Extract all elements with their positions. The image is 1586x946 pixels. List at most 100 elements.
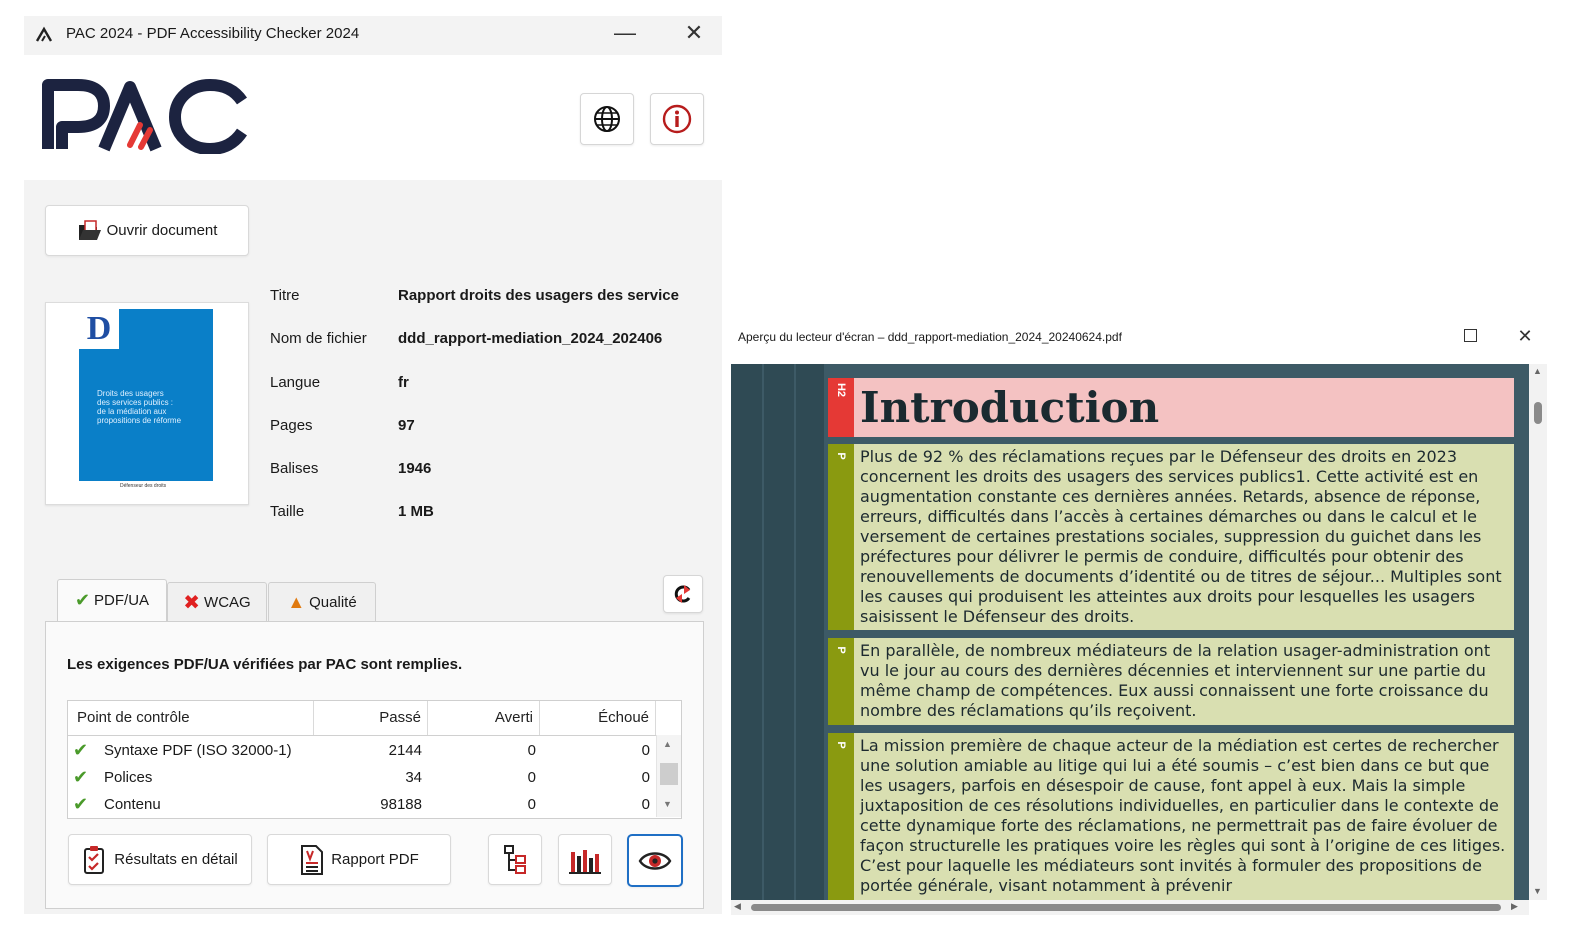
- tab-wcag[interactable]: ✖ WCAG: [167, 582, 267, 621]
- h2-tag-label: H2: [828, 378, 854, 437]
- pac-main-window: PAC 2024 - PDF Accessibility Checker 202…: [24, 16, 722, 914]
- app-logo-icon: [35, 26, 53, 42]
- table-scrollbar[interactable]: ▲ ▼: [656, 735, 681, 817]
- scroll-right-icon[interactable]: ▶: [1511, 901, 1518, 912]
- row-name: Syntaxe PDF (ISO 32000-1): [104, 742, 292, 759]
- meta-value-size: 1 MB: [398, 503, 434, 520]
- results-table: Point de contrôle Passé Averti Échoué ✔ …: [67, 700, 682, 819]
- row-passed: 34: [405, 769, 422, 786]
- heading-text: Introduction: [860, 383, 1160, 432]
- open-document-button[interactable]: Ouvrir document: [45, 205, 249, 256]
- row-failed: 0: [641, 796, 650, 813]
- meta-value-title: Rapport droits des usagers des service: [398, 287, 679, 304]
- scroll-left-icon[interactable]: ◀: [734, 901, 741, 912]
- scroll-thumb[interactable]: [660, 763, 678, 785]
- cover-footer: Défenseur des droits: [120, 483, 167, 489]
- warning-icon: ▲: [287, 591, 306, 612]
- x-icon: ✖: [183, 591, 201, 614]
- minimize-button[interactable]: —: [610, 22, 640, 44]
- p-tag-label: P: [828, 638, 854, 725]
- meta-label-pages: Pages: [270, 417, 313, 434]
- preview-close-button[interactable]: ✕: [1510, 325, 1540, 347]
- clipboard-check-icon: [84, 845, 105, 874]
- tree-structure-icon: [504, 844, 526, 874]
- check-icon: ✔: [73, 767, 89, 787]
- table-row[interactable]: ✔ Contenu 98188 0 0: [68, 791, 656, 818]
- row-warned: 0: [527, 796, 536, 813]
- paragraph-block[interactable]: P La mission première de chaque acteur d…: [826, 731, 1516, 900]
- cover-letter: D: [79, 309, 119, 349]
- scroll-thumb[interactable]: [1534, 402, 1542, 424]
- paragraph-block[interactable]: P En parallèle, de nombreux médiateurs d…: [826, 636, 1516, 727]
- column-header-warned[interactable]: Averti: [428, 701, 540, 735]
- window-title: PAC 2024 - PDF Accessibility Checker 202…: [66, 25, 360, 42]
- nesting-stripe: [731, 364, 762, 900]
- scroll-down-icon[interactable]: ▼: [1533, 886, 1542, 896]
- page-view-button[interactable]: [558, 834, 612, 885]
- p-tag-label: P: [828, 733, 854, 900]
- column-header-checkpoint[interactable]: Point de contrôle: [68, 701, 314, 735]
- preview-window-title: Aperçu du lecteur d'écran – ddd_rapport-…: [738, 330, 1122, 344]
- row-failed: 0: [641, 742, 650, 759]
- language-button[interactable]: [580, 93, 634, 145]
- pdf-report-icon: [301, 844, 324, 875]
- scroll-down-icon[interactable]: ▼: [663, 799, 672, 809]
- preview-title-bar: Aperçu du lecteur d'écran – ddd_rapport-…: [731, 322, 1547, 362]
- info-button[interactable]: [650, 93, 704, 145]
- meta-label-tags: Balises: [270, 460, 319, 477]
- header: [24, 55, 722, 180]
- scroll-thumb[interactable]: [751, 904, 1501, 911]
- meta-label-filename: Nom de fichier: [270, 330, 367, 347]
- maximize-button[interactable]: [1464, 329, 1477, 342]
- close-button[interactable]: ✕: [679, 22, 709, 44]
- preview-horizontal-scrollbar[interactable]: ◀ ▶: [731, 900, 1529, 915]
- heading-block[interactable]: H2 Introduction: [826, 376, 1516, 439]
- paragraph-text: La mission première de chaque acteur de …: [860, 736, 1506, 895]
- scroll-up-icon[interactable]: ▲: [1533, 366, 1542, 376]
- row-name: Polices: [104, 769, 153, 786]
- globe-icon: [594, 106, 620, 132]
- tab-quality[interactable]: ▲ Qualité: [268, 582, 376, 621]
- meta-label-language: Langue: [270, 374, 321, 391]
- row-name: Contenu: [104, 796, 161, 813]
- meta-label-title: Titre: [270, 287, 300, 304]
- column-header-failed[interactable]: Échoué: [540, 701, 656, 735]
- pdf-report-label: Rapport PDF: [331, 851, 419, 868]
- screen-reader-preview-window: Aperçu du lecteur d'écran – ddd_rapport-…: [731, 322, 1547, 915]
- refresh-button[interactable]: [663, 575, 703, 613]
- title-bar: PAC 2024 - PDF Accessibility Checker 202…: [24, 16, 722, 55]
- meta-value-pages: 97: [398, 417, 415, 434]
- pdf-report-button[interactable]: Rapport PDF: [267, 834, 451, 885]
- check-icon: ✔: [73, 740, 89, 760]
- paragraph-block[interactable]: P Plus de 92 % des réclamations reçues p…: [826, 442, 1516, 632]
- table-row[interactable]: ✔ Polices 34 0 0: [68, 764, 656, 791]
- paragraph-text: Plus de 92 % des réclamations reçues par…: [860, 447, 1502, 626]
- refresh-icon: [674, 585, 691, 603]
- screen-reader-preview-button[interactable]: [627, 834, 683, 887]
- check-icon: ✔: [73, 794, 89, 814]
- check-icon: ✔: [74, 590, 91, 610]
- cover-title: Droits des usagers des services publics …: [97, 389, 182, 425]
- table-header: Point de contrôle Passé Averti Échoué: [68, 701, 681, 736]
- eye-icon: [638, 851, 672, 870]
- p-tag-label: P: [828, 444, 854, 630]
- scroll-up-icon[interactable]: ▲: [663, 739, 672, 749]
- row-failed: 0: [641, 769, 650, 786]
- row-warned: 0: [527, 769, 536, 786]
- tab-quality-label: Qualité: [309, 593, 357, 611]
- preview-vertical-scrollbar[interactable]: ▲ ▼: [1529, 364, 1547, 900]
- nesting-stripe: [796, 364, 824, 900]
- open-document-label: Ouvrir document: [106, 222, 218, 239]
- status-message: Les exigences PDF/UA vérifiées par PAC s…: [67, 656, 463, 673]
- meta-value-filename: ddd_rapport-mediation_2024_202406: [398, 330, 663, 347]
- logical-structure-button[interactable]: [488, 834, 542, 885]
- document-cover-thumbnail: D Droits des usagers des services public…: [45, 302, 249, 505]
- table-row[interactable]: ✔ Syntaxe PDF (ISO 32000-1) 2144 0 0: [68, 737, 656, 764]
- tab-wcag-label: WCAG: [204, 593, 251, 611]
- column-header-passed[interactable]: Passé: [314, 701, 428, 735]
- tab-pdfua[interactable]: ✔ PDF/UA: [57, 579, 167, 621]
- row-warned: 0: [527, 742, 536, 759]
- detailed-results-button[interactable]: Résultats en détail: [68, 834, 252, 885]
- preview-canvas: H2 Introduction P Plus de 92 % des récla…: [731, 364, 1529, 900]
- meta-label-size: Taille: [270, 503, 305, 520]
